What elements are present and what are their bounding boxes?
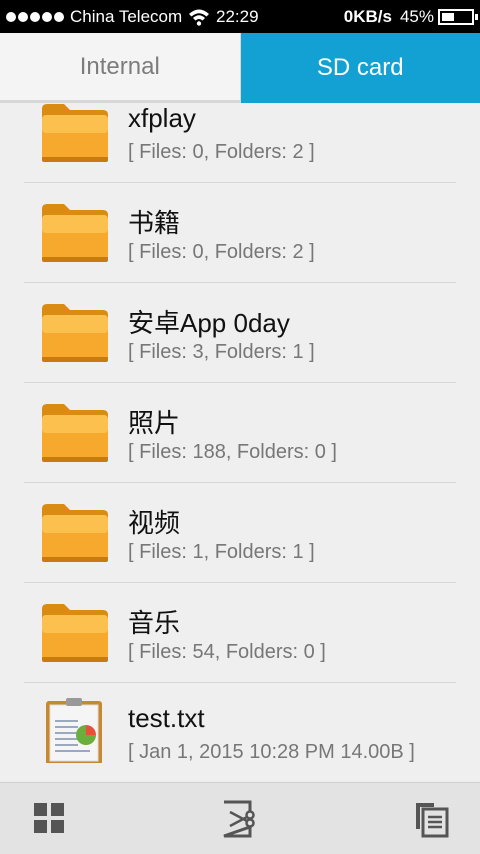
file-list-item[interactable]: test.txt [ Jan 1, 2015 10:28 PM 14.00B ] (0, 683, 480, 783)
folder-list-item[interactable]: 视频 [ Files: 1, Folders: 1 ] (0, 483, 480, 583)
item-name: 安卓App 0day (128, 308, 290, 338)
signal-dot (6, 12, 16, 22)
clock: 22:29 (216, 7, 259, 26)
item-name: 照片 (128, 408, 181, 438)
folder-icon (42, 104, 108, 162)
folder-list-item[interactable]: 音乐 [ Files: 54, Folders: 0 ] (0, 583, 480, 683)
tab-internal[interactable]: Internal (0, 33, 241, 103)
bottom-toolbar (0, 782, 480, 854)
item-meta: [ Files: 0, Folders: 2 ] (128, 141, 315, 163)
item-name: xfplay (128, 103, 196, 133)
cut-button[interactable] (220, 799, 260, 839)
folder-list-item[interactable]: 安卓App 0day [ Files: 3, Folders: 1 ] (0, 283, 480, 383)
battery-fill (442, 13, 454, 21)
wifi-icon (189, 9, 210, 26)
folder-icon (42, 504, 108, 562)
folder-icon (42, 204, 108, 262)
network-speed: 0KB/s (343, 7, 392, 26)
folder-icon (42, 304, 108, 362)
signal-dot (42, 12, 52, 22)
tab-sd-card[interactable]: SD card (240, 33, 480, 103)
folder-list-item[interactable]: xfplay [ Files: 0, Folders: 2 ] (0, 103, 480, 183)
signal-dot (30, 12, 40, 22)
folder-icon (42, 404, 108, 462)
item-name: 书籍 (128, 208, 181, 238)
copy-button[interactable] (412, 799, 452, 839)
grid-view-button[interactable] (30, 799, 70, 839)
grid-view-icon (34, 803, 64, 833)
storage-tabs: Internal SD card (0, 33, 480, 103)
status-right: 0KB/s 45% (343, 7, 478, 27)
item-meta: [ Files: 1, Folders: 1 ] (128, 541, 315, 563)
battery-percent: 45% (399, 7, 434, 26)
file-list-content: xfplay [ Files: 0, Folders: 2 ] 书籍 [ Files… (0, 103, 480, 783)
status-bar: China Telecom 22:29 0KB/s 45% (0, 0, 480, 33)
item-meta: [ Files: 0, Folders: 2 ] (128, 241, 315, 263)
file-list[interactable]: xfplay [ Files: 0, Folders: 2 ] 书籍 [ Files… (0, 103, 480, 783)
carrier-name: China Telecom (70, 7, 183, 26)
item-meta: [ Files: 54, Folders: 0 ] (128, 641, 326, 663)
item-name: 视频 (128, 508, 181, 538)
battery-icon (438, 9, 478, 25)
item-meta: [ Files: 3, Folders: 1 ] (128, 341, 315, 363)
cut-icon (223, 800, 255, 838)
item-meta: [ Files: 188, Folders: 0 ] (128, 441, 337, 463)
item-name: 音乐 (128, 608, 181, 638)
status-left: China Telecom (6, 7, 210, 27)
item-name: test.txt (128, 703, 205, 733)
text-file-icon (46, 698, 102, 763)
item-meta: [ Jan 1, 2015 10:28 PM 14.00B ] (128, 741, 415, 763)
signal-dot (54, 12, 64, 22)
folder-icon (42, 604, 108, 662)
signal-dot (18, 12, 28, 22)
folder-list-item[interactable]: 照片 [ Files: 188, Folders: 0 ] (0, 383, 480, 483)
folder-list-item[interactable]: 书籍 [ Files: 0, Folders: 2 ] (0, 183, 480, 283)
battery-nub (475, 14, 478, 20)
copy-icon (416, 803, 449, 838)
